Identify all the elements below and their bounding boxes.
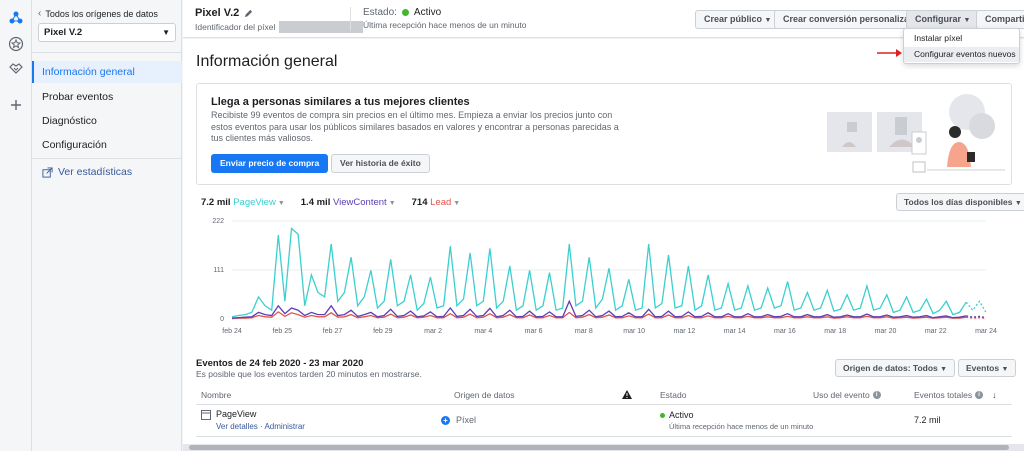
col-data-source[interactable]: Origen de datos [454,390,514,400]
configure-button[interactable]: Configurar ▼ [906,10,980,29]
menu-item-setup-new-events[interactable]: Configurar eventos nuevos [904,47,1019,62]
view-success-story-button[interactable]: Ver historia de éxito [331,154,430,173]
x-tick-label: feb 25 [273,328,293,335]
pixel-selector[interactable]: Pixel V.2 ▼ [38,23,176,42]
menu-item-install-pixel[interactable]: Instalar píxel [904,31,1019,46]
y-tick-label: 222 [212,218,224,225]
star-badge-icon[interactable] [8,36,24,52]
x-tick-label: feb 27 [323,328,343,335]
create-audience-button[interactable]: Crear público ▼ [695,10,781,29]
events-subtitle: Es posible que los eventos tarden 20 min… [196,369,422,379]
back-to-data-sources-link[interactable]: ‹ Todos los orígenes de datos [38,8,158,19]
lookalike-banner: Llega a personas similares a tus mejores… [196,83,1012,185]
x-tick-label: mar 16 [774,328,796,335]
sidebar-divider [32,158,182,159]
x-tick-label: mar 8 [575,328,593,335]
handshake-icon[interactable] [8,60,24,76]
events-line-chart: 0 111 222 feb 24 feb 25 feb 27 feb 29 mar 2 mar … [212,218,997,335]
red-arrow-annotation [877,49,902,57]
events-manager-app: ‹ Todos los orígenes de datos Pixel V.2 … [0,0,1024,451]
send-purchase-price-button[interactable]: Enviar precio de compra [211,154,329,173]
sidebar-item-diagnostics[interactable]: Diagnóstico [32,110,182,132]
shopping-illustration [827,94,1005,173]
col-event-usage[interactable]: Uso del evento i [813,390,881,400]
col-total-events[interactable]: Eventos totales i ↓ [914,390,996,400]
configure-menu: Instalar píxel Configurar eventos nuevos [903,28,1020,64]
event-source: Píxel [456,415,477,425]
col-status[interactable]: Estado [660,390,686,400]
metrics-legend: 7.2 mil PageView ▼ 1.4 mil ViewContent ▼ 7… [201,197,460,208]
date-range-button[interactable]: Todos los días disponibles ▼ [896,193,1024,211]
x-tick-label: mar 12 [674,328,696,335]
x-tick-label: mar 14 [724,328,746,335]
warning-icon [622,390,632,399]
icon-rail [0,0,32,451]
x-tick-label: mar 10 [623,328,645,335]
x-tick-label: mar 6 [525,328,543,335]
sidebar-item-overview[interactable]: Información general [32,61,182,83]
series-line-pageview [231,227,967,318]
sort-down-icon: ↓ [992,390,997,400]
status-dot-icon [401,9,409,16]
col-name[interactable]: Nombre [201,390,231,400]
main-content: Información general Llega a personas sim… [183,39,1024,451]
banner-heading: Llega a personas similares a tus mejores… [211,96,470,108]
metric-lead[interactable]: 714 Lead ▼ [412,197,461,208]
sidebar-item-settings[interactable]: Configuración [32,134,182,156]
table-row[interactable]: PageView Ver detalles · Administrar + Pí… [196,406,1012,437]
x-tick-label: mar 18 [824,328,846,335]
chevron-left-icon: ‹ [38,8,42,19]
event-total: 7.2 mil [914,415,941,425]
x-tick-label: mar 2 [424,328,442,335]
banner-body: Recibiste 99 eventos de compra sin preci… [211,110,619,143]
info-icon: i [975,391,984,399]
last-received: Última recepción hace menos de un minuto [363,20,527,30]
pencil-icon[interactable] [244,9,253,18]
info-icon: i [872,391,881,399]
x-tick-label: feb 24 [222,328,242,335]
event-name: PageView [216,409,257,419]
header-divider [350,7,351,31]
event-links[interactable]: Ver detalles · Administrar [216,422,305,431]
scrollbar-thumb[interactable] [189,445,1009,450]
series-line-partial-viewcontent [966,315,987,319]
event-status: Activo [660,410,694,420]
top-bar: Pixel V.2 Identificador del píxel Estado… [183,0,1024,38]
sidebar-item-test-events[interactable]: Probar eventos [32,86,182,108]
external-link-icon [42,166,53,178]
pixel-name: Pixel V.2 [195,7,253,19]
x-tick-label: mar 20 [875,328,897,335]
events-filter-button[interactable]: Eventos ▼ [958,359,1017,377]
plus-circle-icon[interactable]: + [441,415,450,425]
event-status-detail: Última recepción hace menos de un minuto [669,422,814,431]
x-tick-label: mar 4 [474,328,492,335]
series-line-partial-pageview [965,300,987,313]
x-tick-label: mar 22 [925,328,947,335]
status-dot-icon [660,413,665,418]
pixel-id: Identificador del píxel [195,21,364,33]
sidebar: ‹ Todos los orígenes de datos Pixel V.2 … [32,0,182,451]
page-title: Información general [196,53,338,70]
y-tick-label: 0 [220,316,224,323]
share-button[interactable]: Compartir [976,10,1024,29]
pixel-status: Estado: Activo [363,7,442,18]
caret-down-icon: ▼ [162,28,170,37]
sidebar-divider [32,52,182,53]
events-table-header: Nombre Origen de datos Estado Uso del ev… [196,385,1012,405]
events-manager-icon[interactable] [8,10,24,26]
y-tick-label: 111 [213,267,224,274]
page-icon [201,410,211,422]
view-statistics-link[interactable]: Ver estadísticas [42,166,132,178]
x-tick-label: mar 24 [975,328,997,335]
metric-viewcontent[interactable]: 1.4 mil ViewContent ▼ [301,197,396,208]
x-tick-label: feb 29 [373,328,393,335]
metric-pageview[interactable]: 7.2 mil PageView ▼ [201,197,285,208]
data-source-filter-button[interactable]: Origen de datos: Todos ▼ [835,359,956,377]
plus-icon[interactable] [8,97,24,113]
horizontal-scrollbar[interactable] [183,444,1024,451]
events-title: Eventos de 24 feb 2020 - 23 mar 2020 [196,358,364,369]
